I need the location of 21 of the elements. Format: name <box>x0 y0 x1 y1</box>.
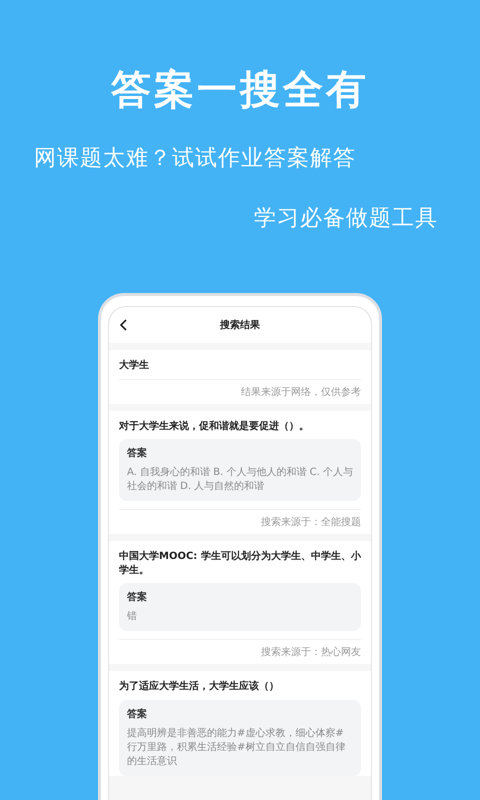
source-text: 搜索来源于：全能搜题 <box>119 509 361 534</box>
question-text: 中国大学MOOC: 学生可以划分为大学生、中学生、小学生。 <box>119 550 361 578</box>
answer-text: A. 自我身心的和谐 B. 个人与他人的和谐 C. 个人与社会的和谐 D. 人与自然的和谐 <box>127 466 353 494</box>
result-card[interactable]: 对于大学生来说，促和谐就是要促进（）。 答案 A. 自我身心的和谐 B. 个人与他人的和谐 C. 个人与社会的和谐 D. 人与自然的和谐 搜索来源于：全能搜题 <box>109 410 371 534</box>
tagline: 学习必备做题工具 <box>254 205 438 233</box>
answer-label: 答案 <box>127 707 148 720</box>
disclaimer: 结果来源于网络，仅供参考 <box>119 378 361 404</box>
page-title: 搜索结果 <box>220 318 260 332</box>
back-icon[interactable] <box>119 319 127 331</box>
search-query: 大学生 <box>119 358 150 373</box>
question-text: 对于大学生来说，促和谐就是要促进（）。 <box>119 420 310 434</box>
tagline: 网课题太难？试试作业答案解答 <box>34 145 356 173</box>
result-card[interactable]: 中国大学MOOC: 学生可以划分为大学生、中学生、小学生。 答案 错 搜索来源于：热心网友 <box>109 541 371 664</box>
source-text: 搜索来源于：热心网友 <box>119 639 361 664</box>
answer-text: 错 <box>127 610 138 624</box>
answer-text: 提高明辨是非善恶的能力#虚心求教，细心体察#行万里路，积累生活经验#树立自立自信自强自律的生活意识 <box>127 726 346 768</box>
result-card[interactable]: 为了适应大学生活，大学生应该（） 答案 提高明辨是非善恶的能力#虚心求教，细心体察#行万里路，积累生活经验#树立自立自信自强自律的生活意识 <box>109 671 371 776</box>
answer-label: 答案 <box>127 590 148 604</box>
headline: 答案一搜全有 <box>111 66 369 115</box>
question-text: 为了适应大学生活，大学生应该（） <box>119 679 280 694</box>
answer-label: 答案 <box>127 446 148 460</box>
